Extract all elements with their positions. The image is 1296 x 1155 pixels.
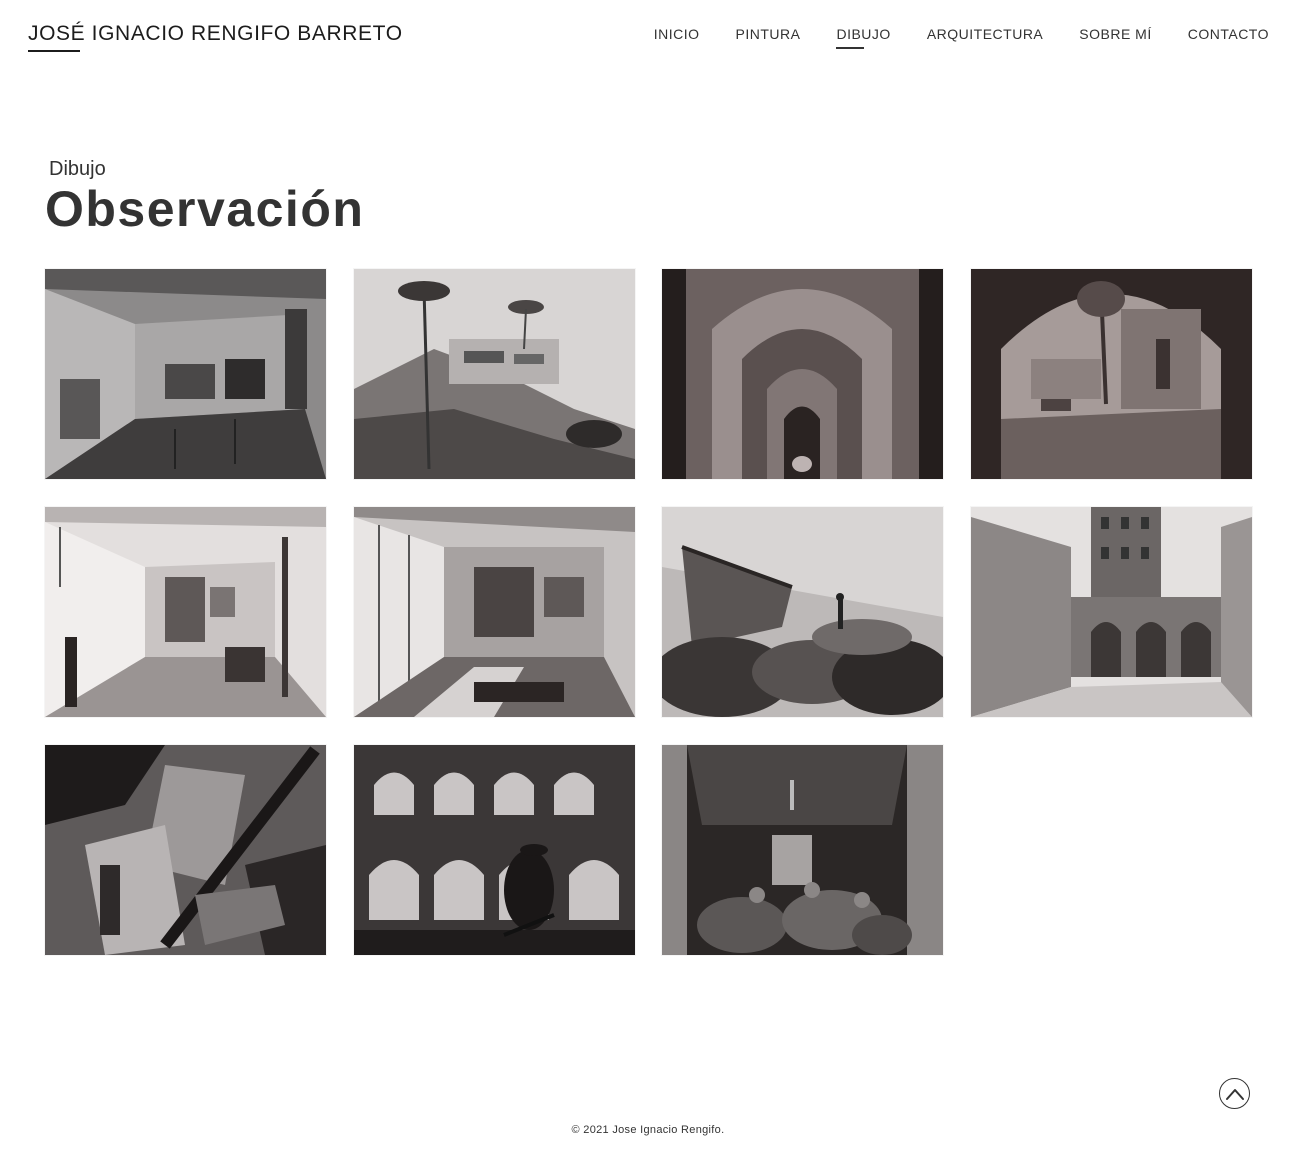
scroll-to-top-button[interactable] [1219, 1078, 1250, 1109]
nav-item-sobre-mi[interactable]: SOBRE MÍ [1079, 26, 1151, 42]
breadcrumb[interactable]: Dibujo [49, 158, 106, 181]
footer-copyright: © 2021 Jose Ignacio Rengifo. [571, 1124, 725, 1136]
nav-item-arquitectura[interactable]: ARQUITECTURA [927, 26, 1043, 42]
nav-item-contacto[interactable]: CONTACTO [1188, 26, 1269, 42]
drawing-image [45, 269, 326, 479]
drawing-image [353, 507, 635, 717]
nav-item-inicio[interactable]: INICIO [654, 26, 700, 42]
drawing-image [45, 745, 326, 955]
gallery-grid [45, 269, 1252, 955]
gallery-item[interactable] [45, 269, 326, 479]
site-title-underline [28, 50, 80, 52]
nav-item-dibujo[interactable]: DIBUJO [836, 26, 890, 49]
page-title: Observación [45, 181, 365, 237]
gallery-item[interactable] [353, 269, 635, 479]
gallery-item[interactable] [970, 269, 1252, 479]
gallery-item[interactable] [662, 269, 943, 479]
site-header: JOSÉ IGNACIO RENGIFO BARRETO INICIO PINT… [0, 0, 1296, 70]
drawing-image [662, 507, 943, 717]
site-title-link[interactable]: JOSÉ IGNACIO RENGIFO BARRETO [28, 22, 403, 46]
gallery-item[interactable] [970, 507, 1252, 717]
drawing-image [662, 269, 943, 479]
chevron-up-icon [1225, 1088, 1244, 1100]
drawing-image [353, 269, 635, 479]
gallery-item[interactable] [45, 507, 326, 717]
gallery-item[interactable] [353, 745, 635, 955]
main-nav: INICIO PINTURA DIBUJO ARQUITECTURA SOBRE… [618, 26, 1269, 49]
gallery-item[interactable] [662, 745, 943, 955]
gallery-item[interactable] [45, 745, 326, 955]
nav-item-pintura[interactable]: PINTURA [736, 26, 801, 42]
drawing-image [970, 507, 1252, 717]
gallery-item[interactable] [662, 507, 943, 717]
drawing-image [662, 745, 943, 955]
gallery-item[interactable] [353, 507, 635, 717]
drawing-image [353, 745, 635, 955]
drawing-image [45, 507, 326, 717]
drawing-image [970, 269, 1252, 479]
